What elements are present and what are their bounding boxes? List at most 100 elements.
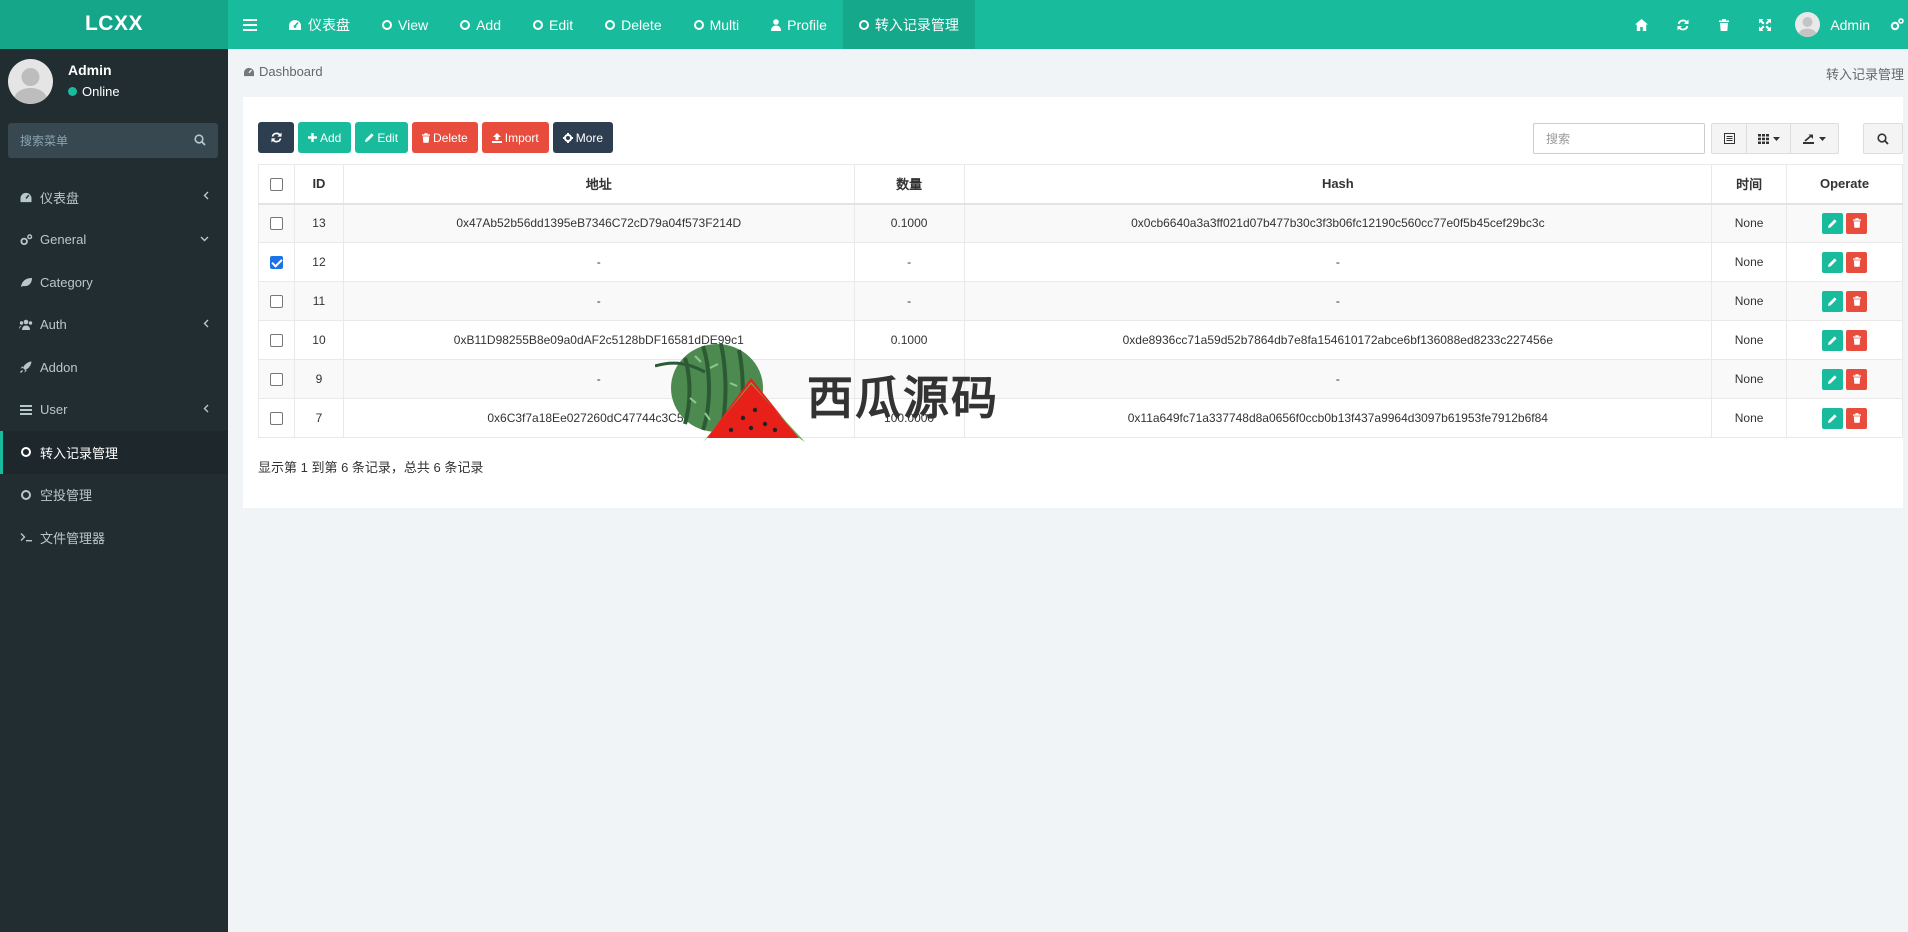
table-row[interactable]: 9- - - None [258,359,1903,399]
tab-view[interactable]: View [366,0,444,49]
sidebar-item-general[interactable]: General [0,219,228,262]
search-icon[interactable] [194,134,206,146]
more-button-label: More [575,130,604,145]
row-delete-button[interactable] [1846,212,1868,234]
row-edit-button[interactable] [1822,290,1844,312]
sidebar-item-file-manager[interactable]: 文件管理器 [0,516,228,559]
tab-profile[interactable]: Profile [755,0,843,49]
tab-add[interactable]: Add [444,0,517,49]
sidebar-search [8,123,218,158]
add-button[interactable]: Add [298,122,352,153]
edit-button-label: Edit [377,130,399,145]
tab-dashboard[interactable]: 仪表盘 [272,0,366,49]
row-checkbox[interactable] [269,373,283,387]
sidebar-item-category[interactable]: Category [0,261,228,304]
column-header-amount[interactable]: 数量 [853,164,965,205]
clear-cache-button[interactable] [1703,0,1744,49]
row-checkbox[interactable] [269,256,283,270]
sidebar-item-label: 文件管理器 [40,530,106,546]
row-checkbox[interactable] [269,412,283,426]
refresh-button[interactable] [258,122,294,153]
table-row[interactable]: 10 0xB11D98255B8e09a0dAF2c5128bDF16581dDE… [258,320,1903,360]
online-status: Online [68,84,120,99]
settings-button[interactable] [1886,0,1908,49]
tab-label: View [398,16,429,33]
sidebar-item-dashboard[interactable]: 仪表盘 [0,176,228,219]
row-delete-button[interactable] [1846,329,1868,351]
row-select-cell [258,398,295,438]
row-checkbox[interactable] [269,334,283,348]
cell-amount: - [853,242,965,282]
pencil-icon [1828,374,1837,384]
columns-dropdown[interactable] [1747,123,1791,154]
tab-delete[interactable]: Delete [589,0,677,49]
column-header-address[interactable]: 地址 [342,164,855,205]
row-checkbox[interactable] [269,295,283,309]
cell-address: - [342,242,855,282]
cell-operate [1786,398,1903,438]
home-button[interactable] [1621,0,1662,49]
tab-edit[interactable]: Edit [517,0,589,49]
sidebar-item-airdrop[interactable]: 空投管理 [0,474,228,517]
breadcrumb-dashboard-link[interactable]: Dashboard [259,64,323,79]
cell-id: 13 [293,203,344,243]
column-header-time[interactable]: 时间 [1711,164,1788,205]
user-menu[interactable]: Admin [1785,0,1886,49]
tab-label: Delete [621,16,662,33]
column-header-id[interactable]: ID [293,164,344,205]
user-name: Admin [1830,16,1870,33]
cell-operate [1786,242,1903,282]
cell-time: None [1711,398,1788,438]
more-button[interactable]: More [552,122,614,153]
menu-search-input[interactable] [8,123,218,158]
app-logo[interactable]: LCXX [0,0,228,49]
cell-time: None [1711,320,1788,360]
row-edit-button[interactable] [1822,368,1844,390]
sidebar-item-transfer-records[interactable]: 转入记录管理 [0,431,228,474]
table-row[interactable]: 11- - - None [258,281,1903,321]
row-delete-button[interactable] [1846,368,1868,390]
import-button[interactable]: Import [481,122,549,153]
tab-transfer-records[interactable]: 转入记录管理 [842,0,975,49]
toggle-view-button[interactable] [1711,123,1747,154]
tab-multi[interactable]: Multi [678,0,756,49]
sidebar-item-addon[interactable]: Addon [0,346,228,389]
table-row[interactable]: 7 0x6C3f7a18Ee027260dC47744c3C51a89 100.00… [258,398,1903,438]
cell-address: 0x47Ab52b56dd1395eB7346C72cD79a04f573F21… [342,203,855,243]
expand-icon [1758,18,1771,31]
row-edit-button[interactable] [1822,329,1844,351]
row-delete-button[interactable] [1846,407,1868,429]
table-row[interactable]: 13 0x47Ab52b56dd1395eB7346C72cD79a04f573F… [258,203,1903,243]
delete-button-label: Delete [433,130,468,145]
row-delete-button[interactable] [1846,251,1868,273]
sidebar-item-auth[interactable]: Auth [0,304,228,347]
dashboard-icon [244,67,254,76]
table-row[interactable]: 12- - - None [258,242,1903,282]
row-select-cell [258,203,295,243]
select-all-checkbox[interactable] [269,178,283,192]
cell-hash: 0x0cb6640a3a3ff021d07b477b30c3f3b06fc121… [963,203,1713,243]
fullscreen-button[interactable] [1744,0,1785,49]
row-edit-button[interactable] [1822,251,1844,273]
export-dropdown[interactable] [1791,123,1839,154]
sidebar-item-user[interactable]: User [0,389,228,432]
row-edit-button[interactable] [1822,407,1844,429]
sidebar-toggle-button[interactable] [228,0,272,49]
sidebar-user-panel: Admin Online [0,49,228,125]
sidebar-item-label: User [40,402,68,418]
table-search-input[interactable] [1533,123,1705,154]
row-delete-button[interactable] [1846,290,1868,312]
row-edit-button[interactable] [1822,212,1844,234]
row-checkbox[interactable] [269,217,283,231]
add-button-label: Add [320,130,342,145]
status-dot-icon [68,87,77,96]
cell-amount: 0.1000 [853,203,965,243]
circle-icon [858,19,869,30]
delete-button[interactable]: Delete [412,122,478,153]
table-view-tools [1711,123,1839,154]
refresh-button[interactable] [1662,0,1703,49]
advanced-search-button[interactable] [1863,123,1903,154]
column-header-hash[interactable]: Hash [963,164,1713,205]
edit-button[interactable]: Edit [355,122,409,153]
cell-time: None [1711,242,1788,282]
